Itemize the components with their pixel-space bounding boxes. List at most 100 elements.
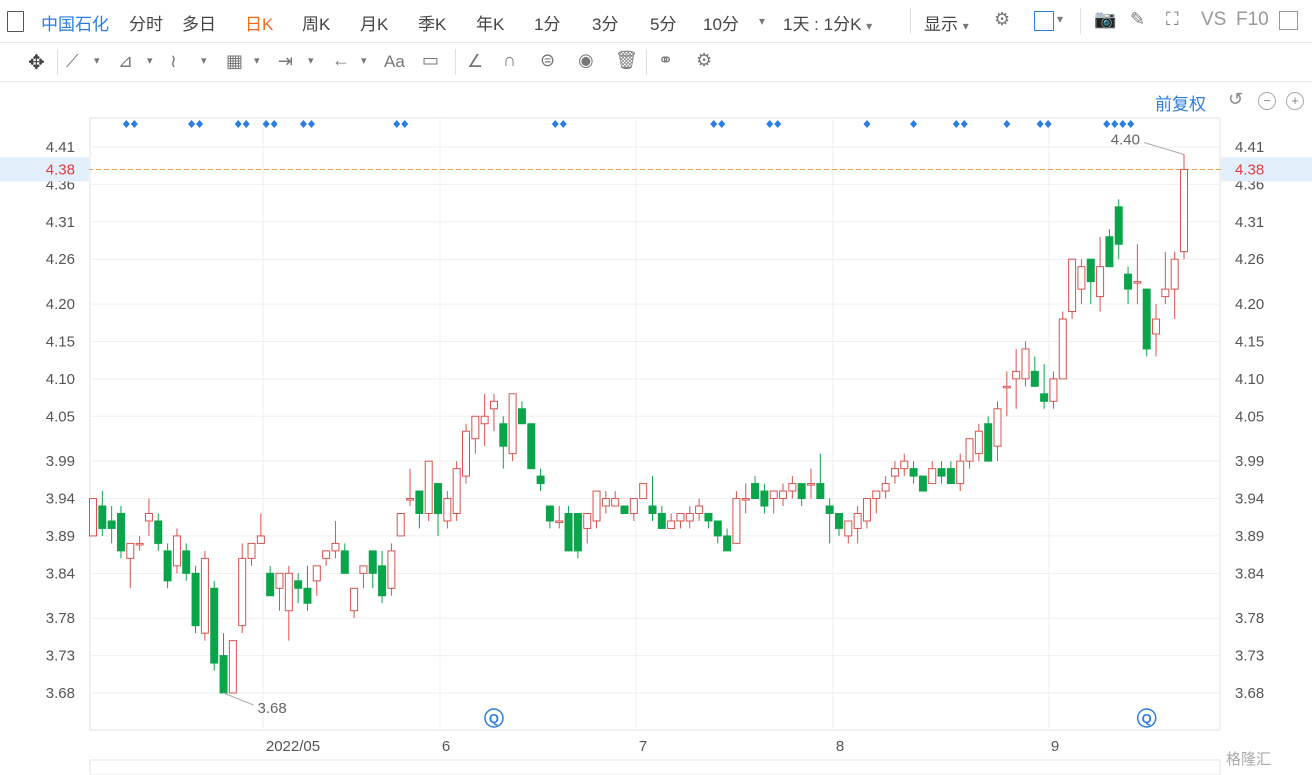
- candle-body: [974, 430, 983, 455]
- y-tick-label-right: 4.41: [1235, 139, 1264, 156]
- candle-body: [797, 483, 806, 500]
- candle-body: [928, 468, 937, 485]
- candle-body: [1077, 266, 1086, 290]
- y-tick-label-right: 4.15: [1235, 333, 1264, 350]
- y-tick-label-left: 3.78: [46, 610, 75, 627]
- candle-body: [275, 572, 284, 589]
- y-tick-label-left: 3.84: [46, 565, 75, 582]
- candle-body: [359, 565, 368, 574]
- candle-body: [1058, 318, 1067, 380]
- y-tick-label-left: 4.41: [46, 139, 75, 156]
- candle-body: [107, 520, 116, 529]
- candle-body: [862, 498, 871, 522]
- x-tick-label: 6: [442, 738, 450, 755]
- candle-body: [760, 490, 769, 507]
- candle-body: [331, 542, 340, 552]
- candle-body: [685, 512, 694, 522]
- candle-body: [545, 505, 554, 522]
- y-tick-label-left: 3.73: [46, 648, 75, 665]
- candle-body: [200, 557, 209, 634]
- candle-body: [676, 512, 685, 522]
- candle-body: [210, 587, 219, 664]
- watermark: 格隆汇: [1226, 751, 1272, 768]
- candle-body: [191, 572, 200, 627]
- current-price-label-left: 4.38: [46, 161, 75, 178]
- candle-body: [489, 400, 498, 410]
- candle-body: [443, 498, 452, 522]
- candle-body: [368, 550, 377, 574]
- y-tick-label-right: 3.89: [1235, 528, 1264, 545]
- candle-body: [937, 468, 946, 477]
- candle-body: [499, 423, 508, 447]
- candle-body: [172, 535, 181, 567]
- y-tick-label-left: 3.89: [46, 528, 75, 545]
- candle-body: [965, 438, 974, 462]
- candle-body: [219, 655, 228, 694]
- candle-body: [890, 468, 899, 477]
- candle-body: [909, 468, 918, 477]
- y-tick-label-left: 3.94: [46, 491, 75, 508]
- candle-body: [741, 498, 750, 501]
- candle-body: [508, 393, 517, 455]
- candlestick-chart[interactable]: 4.41 4.414.36 4.364.31 4.314.26 4.264.20 4.20…: [0, 0, 1312, 775]
- candle-body: [527, 423, 536, 470]
- candle-body: [788, 483, 797, 492]
- candle-body: [135, 542, 144, 546]
- candle-body: [713, 520, 722, 537]
- zoom-in-icon[interactable]: +: [1286, 92, 1304, 110]
- candle-body: [1049, 378, 1058, 402]
- candle-body: [406, 498, 415, 501]
- candle-body: [1133, 281, 1142, 284]
- candle-body: [583, 512, 592, 529]
- candle-body: [984, 423, 993, 462]
- y-tick-label-left: 4.31: [46, 214, 75, 231]
- candle-body: [1030, 370, 1039, 387]
- candle-body: [116, 512, 125, 552]
- candle-body: [1002, 385, 1011, 389]
- adjust-mode-button[interactable]: 前复权: [1155, 90, 1206, 115]
- candle-body: [312, 565, 321, 582]
- candle-body: [452, 468, 461, 514]
- candle-body: [956, 460, 965, 485]
- y-tick-label-right: 3.94: [1235, 491, 1264, 508]
- candle-body: [1021, 348, 1030, 380]
- candle-body: [723, 535, 732, 552]
- zoom-out-icon[interactable]: −: [1258, 92, 1276, 110]
- candle-body: [1124, 273, 1133, 290]
- candle-body: [620, 505, 629, 514]
- y-tick-label-right: 4.31: [1235, 214, 1264, 231]
- plot-area: [89, 117, 1221, 731]
- x-tick-label: 2022/05: [266, 738, 320, 755]
- y-tick-label-left: 4.15: [46, 333, 75, 350]
- y-tick-label-right: 3.78: [1235, 610, 1264, 627]
- volume-pane: [89, 759, 1221, 775]
- candle-body: [779, 490, 788, 500]
- y-tick-label-right: 3.73: [1235, 648, 1264, 665]
- candle-body: [89, 498, 97, 537]
- current-price-label-right: 4.38: [1235, 161, 1264, 178]
- current-price-badge-left: [0, 157, 89, 182]
- candle-body: [387, 550, 396, 589]
- max-annotation: 4.40: [1111, 131, 1140, 148]
- candle-body: [294, 580, 303, 589]
- y-tick-label-left: 4.05: [46, 408, 75, 425]
- candle-body: [769, 490, 778, 500]
- y-tick-label-right: 4.26: [1235, 251, 1264, 268]
- candle-body: [601, 498, 610, 507]
- y-tick-label-right: 4.05: [1235, 408, 1264, 425]
- announcement-marker-label: Q: [1142, 711, 1152, 726]
- candle-body: [1142, 288, 1151, 350]
- candle-body: [993, 408, 1002, 447]
- candle-body: [182, 550, 191, 574]
- candle-body: [517, 408, 526, 425]
- candle-body: [629, 498, 638, 514]
- candle-body: [163, 550, 172, 582]
- y-tick-label-left: 4.10: [46, 371, 75, 388]
- candle-body: [536, 475, 545, 485]
- candle-body: [592, 490, 601, 522]
- undo-icon[interactable]: ↺: [1228, 89, 1243, 110]
- candle-body: [461, 430, 470, 477]
- candle-body: [154, 520, 163, 544]
- candle-body: [1068, 258, 1077, 313]
- candle-body: [238, 557, 247, 627]
